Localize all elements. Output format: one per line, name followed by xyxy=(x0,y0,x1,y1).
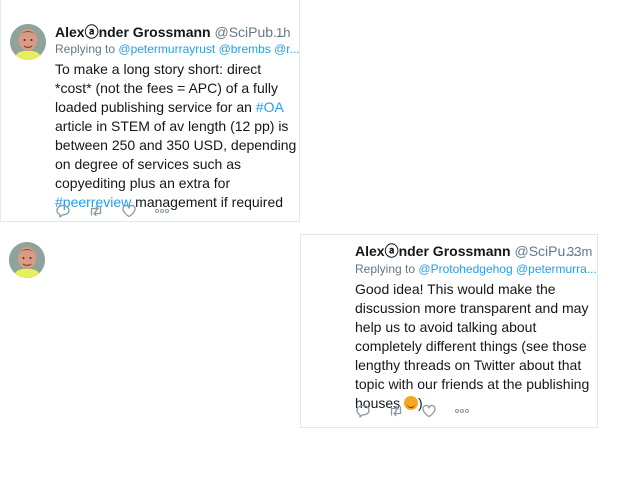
text-segment: lengthy threads on Twitter about that xyxy=(355,357,582,373)
replying-to-label: Replying to xyxy=(55,42,116,56)
reply-icon[interactable] xyxy=(355,403,371,419)
more-icon[interactable] xyxy=(454,403,470,419)
tweet-text-line: To make a long story short: direct xyxy=(55,60,293,79)
text-segment: discussion more transparent and may xyxy=(355,300,589,316)
reply-icon[interactable] xyxy=(55,203,71,219)
reply-mentions[interactable]: @petermurrayrust @brembs @r... xyxy=(118,42,299,56)
text-segment: copyediting plus an extra for xyxy=(55,175,231,191)
tweet-text: Good idea! This would make the discussion… xyxy=(355,280,591,413)
retweet-icon[interactable] xyxy=(388,403,404,419)
like-icon[interactable] xyxy=(121,203,137,219)
author-name[interactable]: Alexⓐnder Grossmann xyxy=(355,243,511,259)
tweet-text-line: help us to avoid talking about xyxy=(355,318,591,337)
text-segment: article in STEM of av length (12 pp) is xyxy=(55,118,289,134)
tweet-text: To make a long story short: direct *cost*… xyxy=(55,60,297,212)
like-icon[interactable] xyxy=(421,403,437,419)
text-segment: topic with our friends at the publishing xyxy=(355,376,590,392)
text-segment: completely different things (see those xyxy=(355,338,587,354)
tweet-time[interactable]: 33m xyxy=(567,244,592,259)
retweet-icon[interactable] xyxy=(88,203,104,219)
author-avatar[interactable] xyxy=(9,242,45,278)
tweet-time[interactable]: 1h xyxy=(276,25,290,40)
tweet-text-line: Good idea! This would make the xyxy=(355,280,591,299)
text-segment: between 250 and 350 USD, depending xyxy=(55,137,297,153)
author-avatar[interactable] xyxy=(10,24,46,60)
tweet-text-line: discussion more transparent and may xyxy=(355,299,591,318)
text-segment: *cost* (not the fees = APC) of a fully xyxy=(55,80,278,96)
text-segment: help us to avoid talking about xyxy=(355,319,537,335)
replying-to: Replying to @Protohedgehog @petermurra..… xyxy=(355,262,597,277)
tweet-text-line: *cost* (not the fees = APC) of a fully xyxy=(55,79,293,98)
tweet-text-line: lengthy threads on Twitter about that xyxy=(355,356,591,375)
tweet-text-line: completely different things (see those xyxy=(355,337,591,356)
replying-to: Replying to @petermurrayrust @brembs @r.… xyxy=(55,42,300,57)
tweet-text-line: topic with our friends at the publishing xyxy=(355,375,591,394)
more-icon[interactable] xyxy=(154,203,170,219)
replying-to-label: Replying to xyxy=(355,262,416,276)
tweet-text-line: on degree of services such as xyxy=(55,155,293,174)
text-segment: on degree of services such as xyxy=(55,156,241,172)
author-name[interactable]: Alexⓐnder Grossmann xyxy=(55,24,211,40)
tweet-text-line: loaded publishing service for an #OA xyxy=(55,98,293,117)
reply-mentions[interactable]: @Protohedgehog @petermurra... xyxy=(418,262,596,276)
tweet-actions xyxy=(55,203,187,219)
text-segment: To make a long story short: direct xyxy=(55,61,262,77)
text-segment: loaded publishing service for an xyxy=(55,99,256,115)
hashtag-link[interactable]: #OA xyxy=(256,99,284,115)
text-segment: Good idea! This would make the xyxy=(355,281,556,297)
tweet-actions xyxy=(355,403,487,419)
tweet-text-line: article in STEM of av length (12 pp) is xyxy=(55,117,293,136)
author-handle[interactable]: @SciPub... xyxy=(215,24,285,40)
tweet-text-line: copyediting plus an extra for xyxy=(55,174,293,193)
tweet-text-line: between 250 and 350 USD, depending xyxy=(55,136,297,155)
